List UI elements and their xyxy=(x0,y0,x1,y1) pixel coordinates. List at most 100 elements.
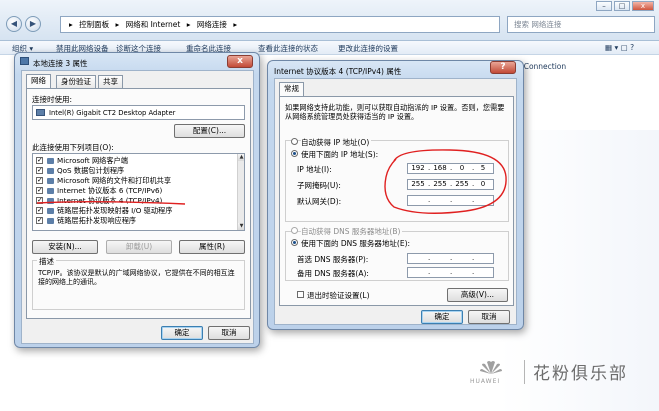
close-icon[interactable]: x xyxy=(632,1,654,11)
configure-button[interactable]: 配置(C)... xyxy=(174,124,245,138)
description-label: 描述 xyxy=(37,256,56,267)
dialog-client: 网络 身份验证 共享 连接时使用: Intel(R) Gigabit CT2 D… xyxy=(21,70,254,344)
alternate-dns-input[interactable]: . . . xyxy=(407,267,494,278)
ipv4-properties-dialog: Internet 协议版本 4 (TCP/IPv4) 属性 ? 常规 如果网络支… xyxy=(267,60,524,330)
tab-panel-network: 连接时使用: Intel(R) Gigabit CT2 Desktop Adap… xyxy=(26,88,251,319)
annotation-circle xyxy=(384,149,507,214)
install-button[interactable]: 安装(N)... xyxy=(32,240,98,254)
item-label: Internet 协议版本 6 (TCP/IPv6) xyxy=(57,186,163,195)
uninstall-button[interactable]: 卸载(U) xyxy=(106,240,172,254)
breadcrumb-sep: ▸ xyxy=(233,20,238,29)
network-client-icon xyxy=(47,158,54,164)
item-label: 链路层拓扑发现映射器 I/O 驱动程序 xyxy=(57,206,173,215)
use-ip-label[interactable]: 使用下面的 IP 地址(S): xyxy=(301,149,381,160)
cmd-change-settings[interactable]: 更改此连接的设置 xyxy=(338,43,398,54)
breadcrumb-control-panel[interactable]: 控制面板 xyxy=(79,20,109,29)
properties-button[interactable]: 属性(R) xyxy=(179,240,245,254)
preferred-dns-label: 首选 DNS 服务器(P): xyxy=(297,255,369,264)
watermark-text: 花粉俱乐部 xyxy=(533,364,628,384)
ip-dot: . xyxy=(450,254,453,262)
protocol-icon xyxy=(47,188,54,194)
ip-dot: . xyxy=(472,254,475,262)
use-dns-radio[interactable] xyxy=(291,239,298,246)
tab-network[interactable]: 网络 xyxy=(26,74,51,88)
advanced-button[interactable]: 高级(V)... xyxy=(447,288,508,302)
auto-ip-radio[interactable] xyxy=(291,138,298,145)
search-input[interactable]: 搜索 网络连接 xyxy=(507,16,655,33)
cmd-view-status[interactable]: 查看此连接的状态 xyxy=(258,43,318,54)
item-checkbox[interactable]: ✓ xyxy=(36,177,43,184)
alternate-dns-label: 备用 DNS 服务器(A): xyxy=(297,269,369,278)
protocol-icon xyxy=(47,218,54,224)
view-options-icon[interactable]: ▦ ▾ ▢ ? xyxy=(605,43,634,52)
ip-dot: . xyxy=(428,268,431,276)
subnet-mask-label: 子网掩码(U): xyxy=(297,181,341,190)
ok-button[interactable]: 确定 xyxy=(161,326,203,340)
items-label: 此连接使用下列项目(O): xyxy=(32,143,114,152)
tab-sharing[interactable]: 共享 xyxy=(98,75,123,88)
item-checkbox[interactable]: ✓ xyxy=(36,207,43,214)
auto-dns-radio[interactable] xyxy=(291,227,298,234)
ip-dot: . xyxy=(450,268,453,276)
item-checkbox[interactable]: ✓ xyxy=(36,187,43,194)
auto-ip-label[interactable]: 自动获得 IP 地址(O) xyxy=(301,137,372,148)
tab-panel-general: 如果网络支持此功能，则可以获取自动指派的 IP 设置。否则，您需要从网络系统管理… xyxy=(279,96,514,306)
minimize-icon[interactable]: – xyxy=(596,1,612,11)
maximize-icon[interactable]: □ xyxy=(614,1,630,11)
list-scrollbar[interactable]: ▲ ▼ xyxy=(237,154,244,230)
ip-dot: . xyxy=(472,268,475,276)
ip-address-label: IP 地址(I): xyxy=(297,165,332,174)
scroll-down-icon[interactable]: ▼ xyxy=(238,223,244,230)
watermark-brand: HUAWEI xyxy=(470,378,501,385)
item-checkbox[interactable]: ✓ xyxy=(36,217,43,224)
scroll-up-icon[interactable]: ▲ xyxy=(238,154,244,161)
connect-using-label: 连接时使用: xyxy=(32,95,73,104)
breadcrumb-network-internet[interactable]: 网络和 Internet xyxy=(126,20,181,29)
back-arrow-icon[interactable]: ◀ xyxy=(6,16,22,32)
preferred-dns-input[interactable]: . . . xyxy=(407,253,494,264)
network-adapter-icon xyxy=(20,57,29,65)
item-label: QoS 数据包计划程序 xyxy=(57,166,125,175)
file-sharing-icon xyxy=(47,178,54,184)
use-ip-radio[interactable] xyxy=(291,150,298,157)
description-group: 描述 TCP/IP。该协议是默认的广域网络协议，它提供在不同的相互连接的网络上的… xyxy=(32,256,245,310)
dialog-title: 本地连接 3 属性 xyxy=(33,59,88,68)
item-checkbox[interactable]: ✓ xyxy=(36,157,43,164)
intro-text: 如果网络支持此功能，则可以获取自动指派的 IP 设置。否则，您需要从网络系统管理… xyxy=(285,103,505,121)
cancel-button[interactable]: 取消 xyxy=(468,310,510,324)
validate-label[interactable]: 退出时验证设置(L) xyxy=(307,290,370,301)
items-list[interactable]: ✓ Microsoft 网络客户端 ✓ QoS 数据包计划程序 ✓ Microsoft… xyxy=(32,153,245,231)
auto-dns-label[interactable]: 自动获得 DNS 服务器地址(B) xyxy=(301,226,403,237)
tab-authentication[interactable]: 身份验证 xyxy=(56,75,96,88)
gateway-label: 默认网关(D): xyxy=(297,197,342,206)
use-dns-label[interactable]: 使用下面的 DNS 服务器地址(E): xyxy=(301,238,413,249)
watermark-separator xyxy=(524,360,525,384)
item-label: 链路层拓扑发现响应程序 xyxy=(57,216,137,225)
validate-checkbox[interactable] xyxy=(297,291,304,298)
description-text: TCP/IP。该协议是默认的广域网络协议，它提供在不同的相互连接的网络上的通讯。 xyxy=(38,269,235,286)
breadcrumb-part: ▸ xyxy=(69,20,73,29)
item-checkbox[interactable]: ✓ xyxy=(36,167,43,174)
ip-dot: . xyxy=(428,254,431,262)
tab-general[interactable]: 常规 xyxy=(279,82,304,96)
forward-arrow-icon[interactable]: ▶ xyxy=(25,16,41,32)
ok-button[interactable]: 确定 xyxy=(421,310,463,324)
adapter-name: Intel(R) Gigabit CT2 Desktop Adapter xyxy=(49,109,176,117)
breadcrumb-network-connections[interactable]: 网络连接 xyxy=(197,20,227,29)
item-label: Microsoft 网络的文件和打印机共享 xyxy=(57,176,172,185)
cancel-button[interactable]: 取消 xyxy=(208,326,250,340)
close-icon[interactable]: ? xyxy=(490,61,516,74)
local-connection-properties-dialog: 本地连接 3 属性 x 网络 身份验证 共享 连接时使用: Intel(R) G… xyxy=(14,52,260,348)
address-bar[interactable]: ▸ 控制面板 ▸ 网络和 Internet ▸ 网络连接 ▸ xyxy=(60,16,500,33)
explorer-toolbar: ◀ ▶ ▸ 控制面板 ▸ 网络和 Internet ▸ 网络连接 ▸ 搜索 网络… xyxy=(0,0,659,41)
dialog-title: Internet 协议版本 4 (TCP/IPv4) 属性 xyxy=(274,67,402,76)
network-card-icon xyxy=(36,109,45,116)
breadcrumb-sep: ▸ xyxy=(115,20,120,29)
protocol-icon xyxy=(47,208,54,214)
annotation-underline xyxy=(36,201,186,205)
close-icon[interactable]: x xyxy=(227,55,253,68)
qos-icon xyxy=(47,168,54,174)
item-label: Microsoft 网络客户端 xyxy=(57,156,128,165)
adapter-box: Intel(R) Gigabit CT2 Desktop Adapter xyxy=(32,105,245,120)
breadcrumb-sep: ▸ xyxy=(186,20,191,29)
